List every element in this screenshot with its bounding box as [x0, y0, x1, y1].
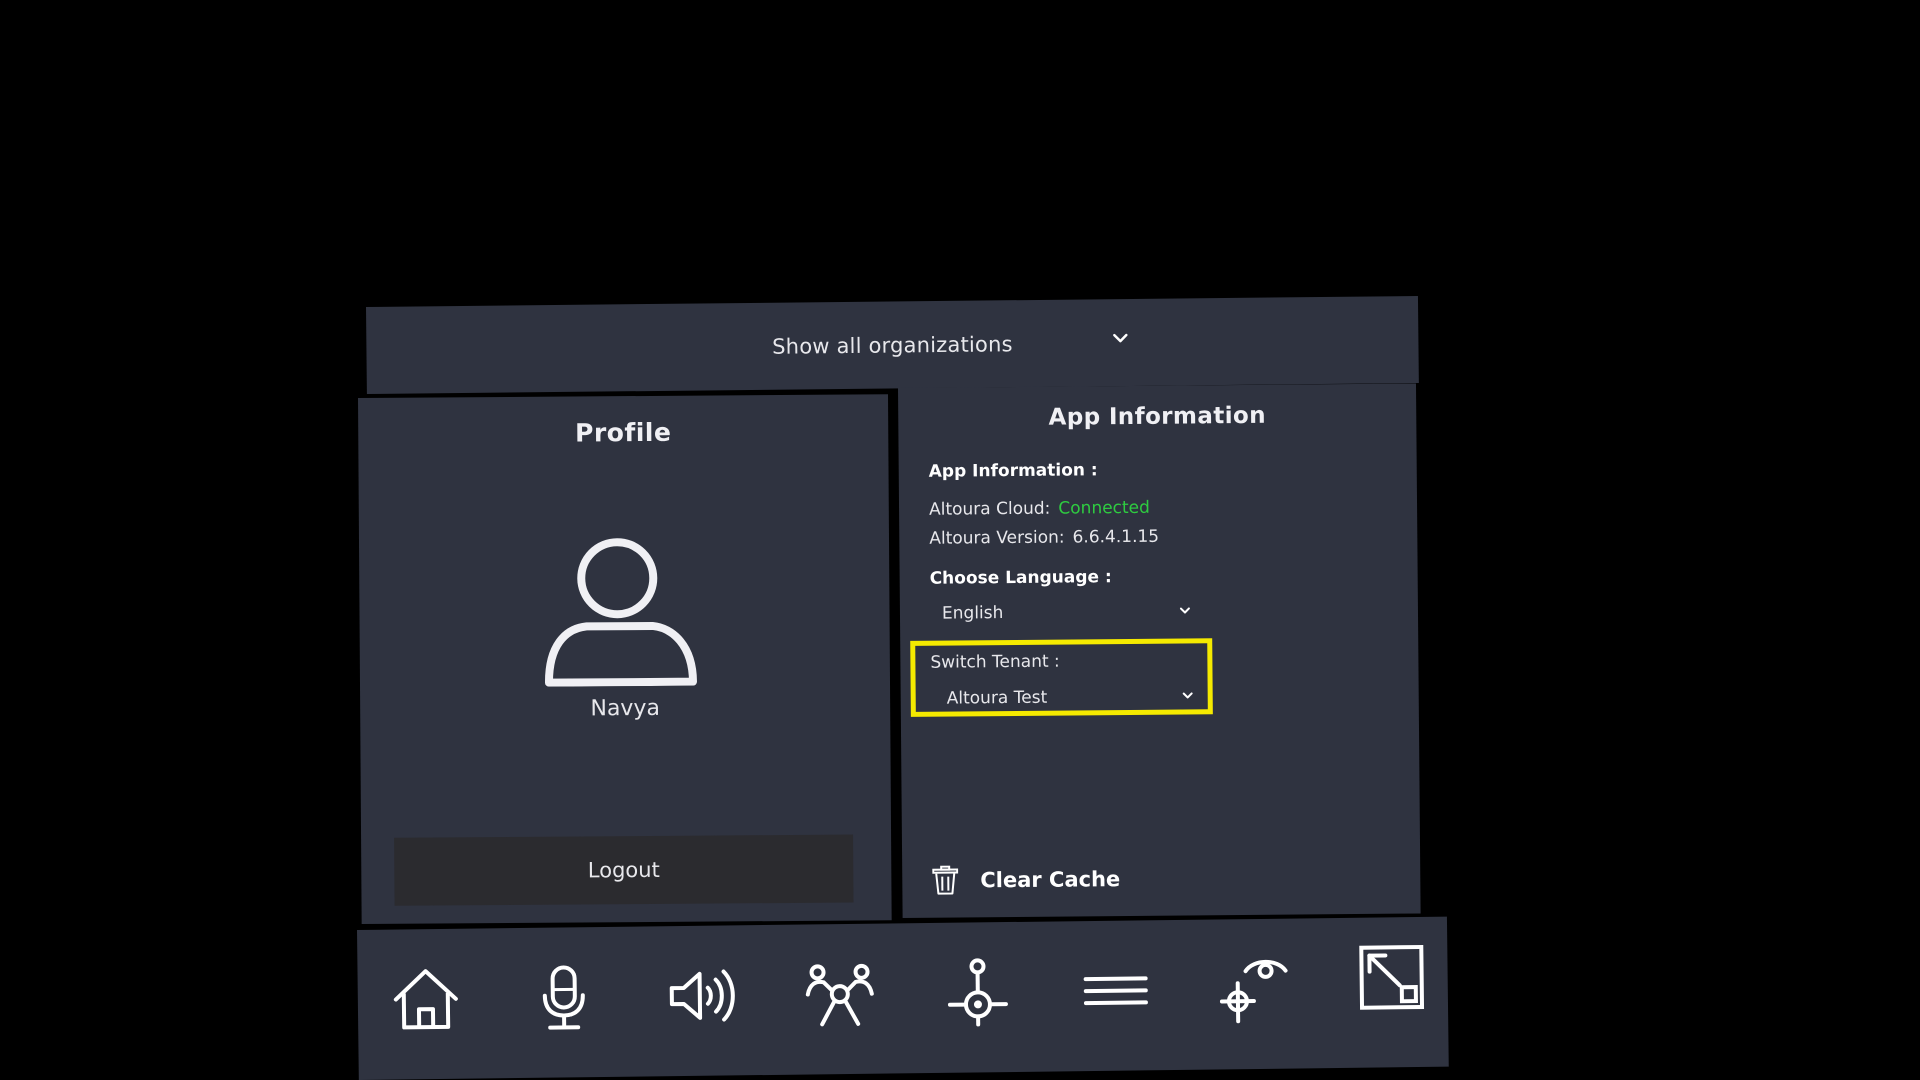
- user-avatar-icon: [544, 538, 697, 687]
- home-icon: [393, 969, 458, 1030]
- altoura-version-label: Altoura Version:: [929, 527, 1065, 549]
- users-group-button[interactable]: [799, 954, 880, 1035]
- profile-title: Profile: [574, 417, 672, 448]
- app-information-title: App Information: [1048, 402, 1267, 431]
- expand-icon: [1359, 944, 1425, 1010]
- choose-language-label: Choose Language :: [929, 567, 1112, 589]
- home-button[interactable]: [385, 959, 466, 1040]
- teleport-button[interactable]: [937, 952, 1018, 1033]
- menu-icon: [1083, 976, 1148, 1006]
- menu-button[interactable]: [1075, 950, 1156, 1031]
- speaker-button[interactable]: [661, 955, 742, 1036]
- spectate-icon: [1219, 959, 1288, 1024]
- microphone-button[interactable]: [523, 957, 604, 1038]
- profile-user-name: Navya: [590, 695, 660, 722]
- speaker-icon: [669, 969, 735, 1022]
- chevron-down-icon: [1179, 607, 1190, 614]
- microphone-icon: [542, 965, 585, 1030]
- users-group-icon: [805, 963, 874, 1027]
- profile-card: Profile Navya Logout: [358, 394, 892, 924]
- language-dropdown[interactable]: English: [942, 601, 1192, 629]
- clear-cache-label: Clear Cache: [980, 867, 1121, 893]
- organization-selector[interactable]: Show all organizations: [366, 295, 1419, 394]
- tenant-dropdown[interactable]: Altoura Test: [947, 686, 1197, 714]
- altoura-cloud-status: Connected: [1058, 497, 1150, 519]
- expand-button[interactable]: [1351, 937, 1432, 1018]
- altoura-cloud-label: Altoura Cloud:: [928, 498, 1051, 520]
- app-information-section-label: App Information :: [928, 460, 1098, 482]
- chevron-down-icon: [1113, 333, 1128, 343]
- altoura-cloud-row: Altoura Cloud: Connected: [929, 498, 1150, 520]
- clear-cache-button[interactable]: Clear Cache: [932, 864, 1120, 896]
- trash-icon: [932, 865, 959, 895]
- language-dropdown-value: English: [941, 603, 1004, 624]
- chevron-down-icon: [1182, 692, 1193, 699]
- switch-tenant-label: Switch Tenant :: [930, 651, 1060, 673]
- joystick-icon: [947, 958, 1008, 1027]
- logout-button[interactable]: Logout: [394, 834, 854, 906]
- bottom-toolbar: [357, 916, 1449, 1080]
- organization-selector-label: Show all organizations: [772, 331, 1013, 359]
- vr-menu-stage: Show all organizations Profile Navya Log…: [0, 0, 1920, 1080]
- app-information-card: App Information App Information : Altour…: [898, 383, 1421, 918]
- spectate-button[interactable]: [1213, 949, 1294, 1030]
- altoura-version-value: 6.6.4.1.15: [1072, 526, 1160, 548]
- tenant-dropdown-value: Altoura Test: [946, 687, 1048, 709]
- altoura-version-row: Altoura Version: 6.6.4.1.15: [929, 527, 1159, 549]
